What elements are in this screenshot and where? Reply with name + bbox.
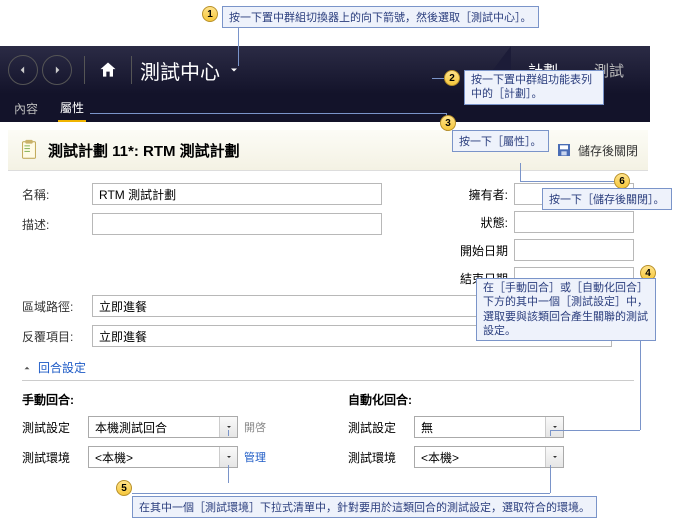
annotation-2-badge: 2	[444, 70, 460, 86]
annotation-4-text: 在［手動回合］或［自動化回合］下方的其中一個［測試設定］中，選取要與該類回合產生…	[476, 278, 656, 341]
auto-env-value: <本機>	[415, 449, 545, 466]
manage-link[interactable]: 管理	[244, 449, 266, 465]
clipboard-icon	[18, 138, 40, 162]
owner-label: 擁有者:	[458, 186, 508, 203]
annotation-6-badge: 6	[614, 173, 630, 189]
manual-env-value: <本機>	[89, 449, 219, 466]
manual-setting-combo[interactable]: 本機測試回合	[88, 416, 238, 438]
annotation-2-text: 按一下置中群組功能表列中的［計劃］。	[464, 70, 604, 105]
annotation-1-badge: 1	[202, 6, 218, 22]
state-label: 狀態:	[458, 214, 508, 231]
desc-label: 描述:	[22, 216, 92, 233]
area-label: 區域路徑:	[22, 298, 92, 315]
desc-input[interactable]	[92, 213, 382, 235]
annotation-3-text: 按一下［屬性］。	[452, 130, 549, 152]
auto-env-combo[interactable]: <本機>	[414, 446, 564, 468]
annotation-5-text: 在其中一個［測試環境］下拉式清單中，針對要用於這類回合的測試設定，選取符合的環境…	[132, 496, 597, 518]
manual-run-heading: 手動回合:	[22, 391, 308, 408]
chevron-down-icon[interactable]	[219, 447, 237, 467]
auto-setting-combo[interactable]: 無	[414, 416, 564, 438]
subtab-properties[interactable]: 屬性	[58, 95, 86, 122]
run-settings-label: 回合設定	[38, 359, 86, 376]
hub-title: 測試中心	[140, 56, 220, 85]
chevron-down-icon[interactable]	[545, 417, 563, 437]
subtab-content[interactable]: 內容	[12, 96, 40, 121]
name-label: 名稱:	[22, 186, 92, 203]
run-settings-toggle[interactable]: 回合設定	[22, 359, 634, 381]
manual-setting-value: 本機測試回合	[89, 419, 219, 436]
annotation-1-text: 按一下置中群組切換器上的向下箭號，然後選取［測試中心］。	[222, 6, 539, 28]
chevron-down-icon[interactable]	[545, 447, 563, 467]
annotation-6-text: 按一下［儲存後關閉］。	[542, 188, 672, 210]
open-link: 開啓	[244, 419, 266, 435]
forward-button[interactable]	[42, 55, 72, 85]
annotation-5-badge: 5	[116, 480, 132, 496]
save-and-close-button[interactable]: 儲存後關閉	[556, 142, 638, 159]
start-input[interactable]	[514, 239, 634, 261]
auto-run-heading: 自動化回合:	[348, 391, 634, 408]
collapse-icon	[22, 363, 32, 373]
save-icon	[556, 142, 572, 158]
name-input[interactable]	[92, 183, 382, 205]
manual-env-combo[interactable]: <本機>	[88, 446, 238, 468]
home-button[interactable]	[93, 55, 123, 85]
auto-setting-label: 測試設定	[348, 419, 408, 436]
auto-setting-value: 無	[415, 419, 545, 436]
manual-env-label: 測試環境	[22, 449, 82, 466]
iteration-label: 反覆項目:	[22, 328, 92, 345]
auto-env-label: 測試環境	[348, 449, 408, 466]
manual-setting-label: 測試設定	[22, 419, 82, 436]
start-label: 開始日期	[458, 242, 508, 259]
state-input[interactable]	[514, 211, 634, 233]
back-button[interactable]	[8, 55, 38, 85]
save-and-close-label: 儲存後關閉	[578, 142, 638, 159]
annotation-3-badge: 3	[440, 115, 456, 131]
